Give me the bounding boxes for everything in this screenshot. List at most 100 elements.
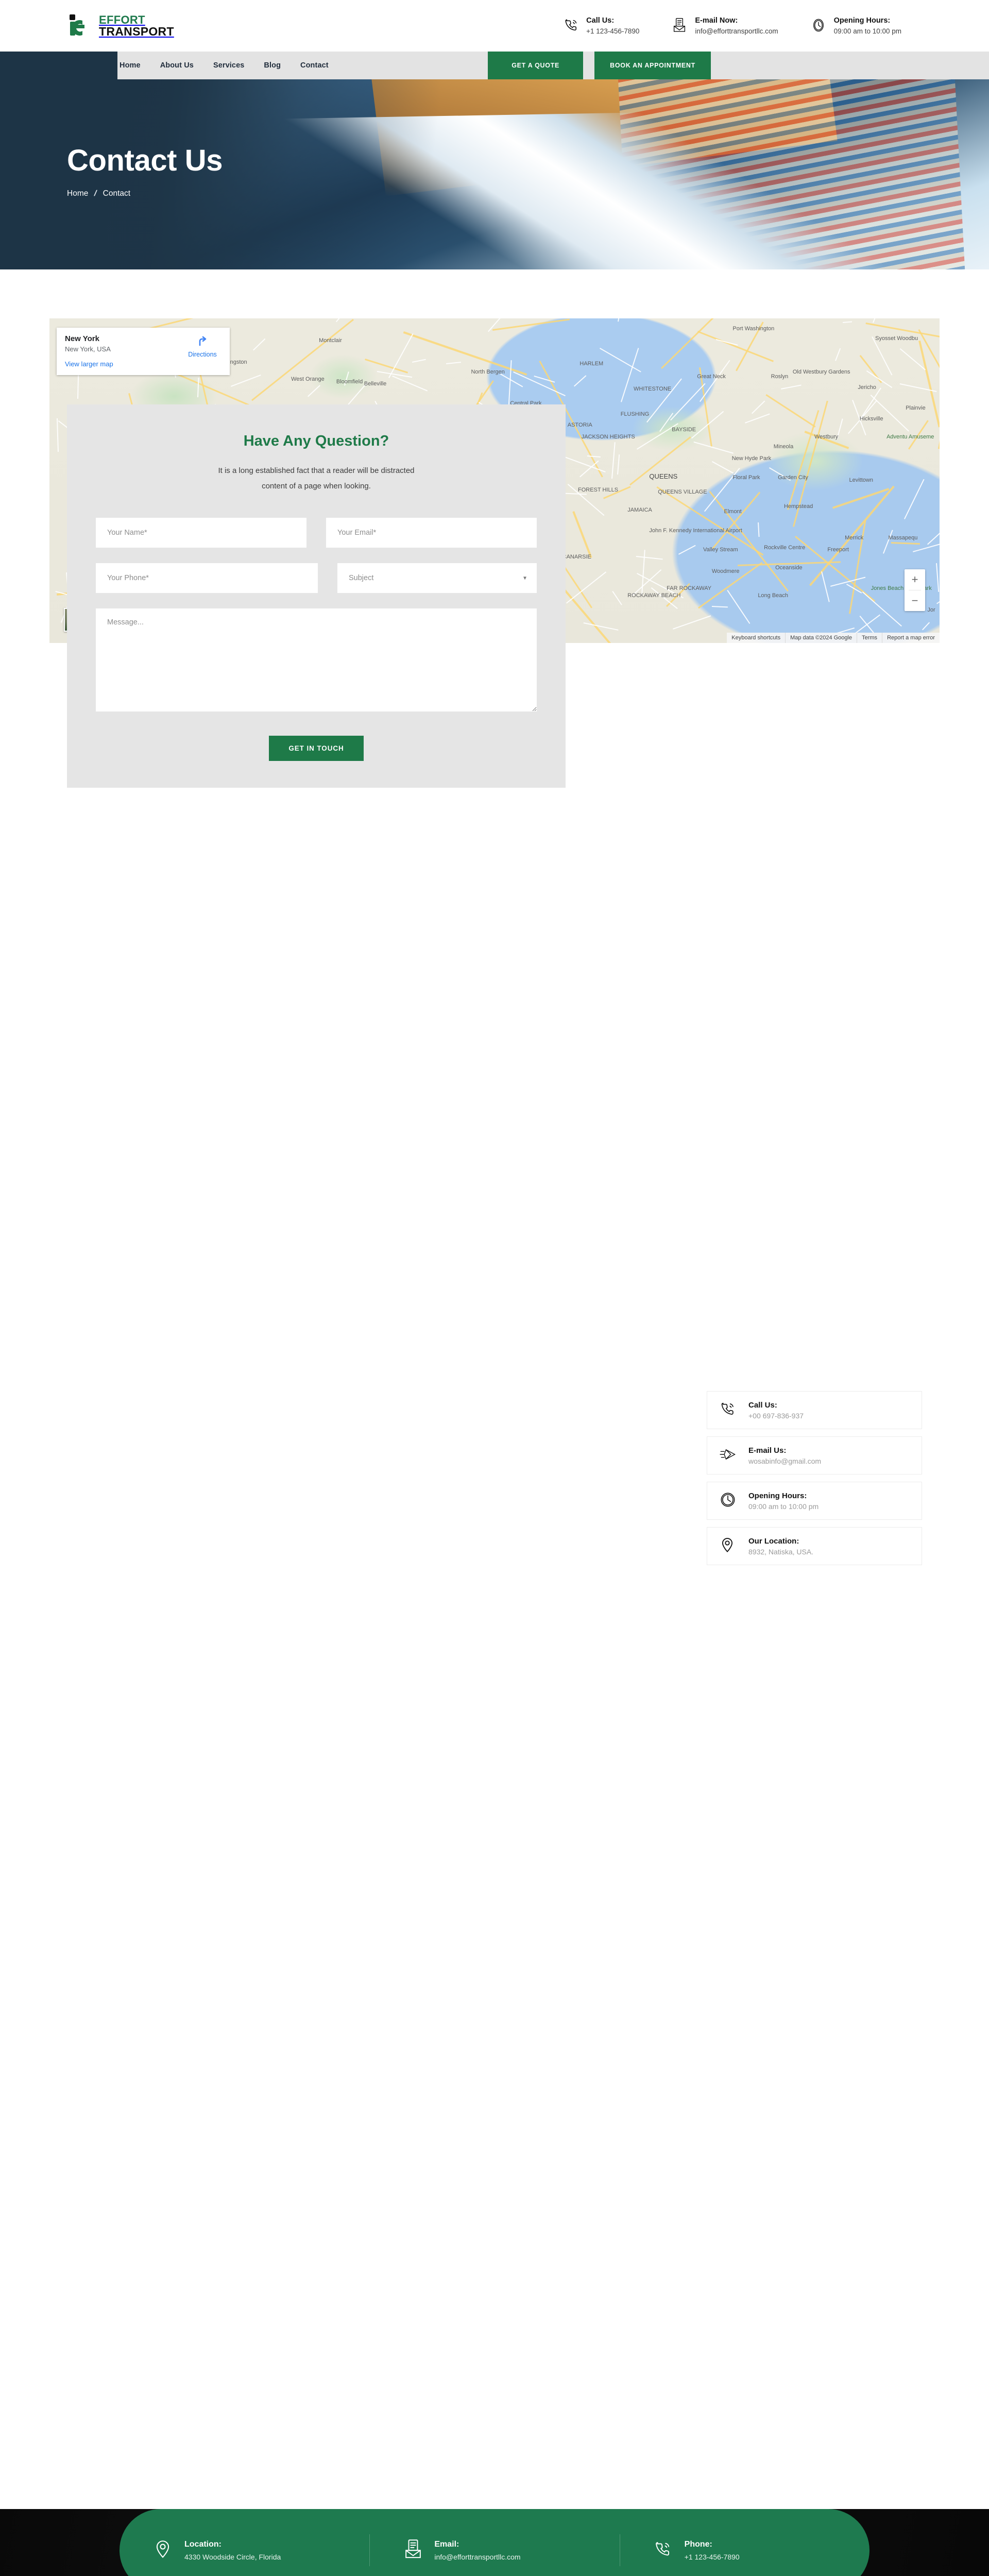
email-input[interactable]	[326, 518, 537, 548]
map-street	[711, 605, 728, 607]
map-street	[843, 321, 852, 324]
topbar-contact-value: info@efforttransportllc.com	[695, 27, 778, 35]
map-street	[636, 556, 663, 560]
directions-label: Directions	[188, 351, 217, 358]
form-row-1	[96, 518, 537, 548]
clock-icon	[811, 18, 827, 34]
envelope-icon	[403, 2539, 423, 2562]
map-terms-link[interactable]: Terms	[857, 633, 882, 643]
nav-item-blog[interactable]: Blog	[264, 61, 281, 70]
info-card-location[interactable]: Our Location: 8932, Natiska, USA.	[707, 1527, 922, 1565]
form-subtitle: It is a long established fact that a rea…	[96, 463, 537, 494]
map-label: Valley Stream	[703, 547, 738, 553]
nav-item-about-us[interactable]: About Us	[160, 61, 194, 70]
info-card-value: +00 697-836-937	[748, 1411, 804, 1420]
form-row-2: ▾	[96, 563, 537, 593]
message-textarea[interactable]	[96, 608, 537, 711]
green-bar-value: info@efforttransportllc.com	[434, 2552, 521, 2561]
map-street	[57, 418, 59, 452]
map-street	[533, 375, 555, 383]
name-input[interactable]	[96, 518, 306, 548]
map-street	[904, 479, 925, 519]
info-card-title: Our Location:	[748, 1536, 799, 1546]
map-label: Hempstead	[783, 503, 813, 510]
map-street	[751, 400, 765, 414]
topbar-contact-title: Call Us:	[586, 16, 615, 25]
info-card-email[interactable]: E-mail Us: wosabinfo@gmail.com	[707, 1436, 922, 1475]
form-subtitle-line2: content of a page when looking.	[262, 482, 371, 490]
get-in-touch-button[interactable]: GET IN TOUCH	[269, 736, 364, 761]
map-street	[659, 413, 673, 432]
map-label: ASTORIA	[567, 421, 592, 428]
map-road	[832, 488, 890, 510]
map-street	[678, 545, 696, 555]
map-label: Levittown	[849, 477, 873, 483]
map-label: Merrick	[845, 535, 864, 541]
info-card-title: Opening Hours:	[748, 1491, 807, 1500]
nav-item-services[interactable]: Services	[213, 61, 244, 70]
map-label: CANARSIE	[562, 554, 591, 561]
clock-icon	[720, 1492, 737, 1511]
map-street	[197, 377, 199, 397]
info-card-title: E-mail Us:	[748, 1446, 787, 1455]
map-label: Long Beach	[758, 592, 789, 599]
map-street	[859, 616, 874, 634]
map-street	[927, 532, 940, 545]
map-street	[935, 563, 939, 592]
map-label: JACKSON HEIGHTS	[581, 434, 635, 440]
contact-page: EFFORT TRANSPORT Call Us: +1 123-456-789…	[0, 0, 989, 2576]
map-street	[873, 318, 895, 323]
report-map-error-link[interactable]: Report a map error	[882, 633, 940, 643]
topbar-contact-email[interactable]: E-mail Now: info@efforttransportllc.com	[672, 16, 778, 35]
map-street	[392, 376, 428, 392]
green-bar-title: Location:	[184, 2539, 221, 2549]
map-street	[620, 348, 639, 402]
map-street	[835, 348, 841, 362]
map-attribution-bar: Keyboard shortcuts Map data ©2024 Google…	[727, 633, 940, 643]
page-title: Contact Us	[67, 144, 223, 177]
map-label: Freeport	[827, 547, 849, 553]
phone-icon	[654, 2539, 673, 2562]
green-bar-email[interactable]: Email: info@efforttransportllc.com	[369, 2539, 619, 2562]
green-bar-value: 4330 Woodside Circle, Florida	[184, 2552, 281, 2561]
map-zoom-out-button[interactable]: −	[905, 590, 925, 611]
map-street	[583, 622, 619, 631]
map-street	[727, 590, 751, 624]
keyboard-shortcuts-link[interactable]: Keyboard shortcuts	[727, 633, 785, 643]
topbar-contact-value: +1 123-456-7890	[586, 27, 640, 35]
green-bar-location[interactable]: Location: 4330 Woodside Circle, Florida	[120, 2539, 369, 2562]
info-card-call[interactable]: Call Us: +00 697-836-937	[707, 1391, 922, 1429]
map-label: Oceanside	[775, 565, 803, 571]
map-street	[871, 395, 910, 432]
green-bar-phone[interactable]: Phone: +1 123-456-7890	[620, 2539, 869, 2562]
map-label: Massapequ	[888, 535, 918, 541]
book-an-appointment-button[interactable]: BOOK AN APPOINTMENT	[594, 52, 711, 79]
map-label: New Hyde Park	[731, 455, 772, 462]
map-street	[587, 455, 601, 457]
site-logo[interactable]: EFFORT TRANSPORT	[67, 12, 174, 39]
map-label: Hicksville	[859, 416, 883, 422]
nav-item-home[interactable]: Home	[120, 61, 141, 70]
breadcrumb-separator: /	[93, 189, 98, 198]
nav-item-contact[interactable]: Contact	[300, 61, 329, 70]
map-street	[922, 622, 930, 630]
map-label: Great Neck	[697, 374, 726, 380]
map-street	[646, 378, 683, 422]
get-a-quote-button[interactable]: GET A QUOTE	[488, 52, 584, 79]
topbar-contact-call[interactable]: Call Us: +1 123-456-7890	[564, 16, 639, 35]
location-pin-icon	[154, 2539, 173, 2562]
map-zoom-in-button[interactable]: +	[905, 569, 925, 590]
topbar-contact-hours: Opening Hours: 09:00 am to 10:00 pm	[811, 16, 901, 35]
map-info-card: New York New York, USA View larger map D…	[57, 328, 230, 375]
map-street	[617, 454, 620, 474]
breadcrumb-home[interactable]: Home	[67, 189, 88, 198]
map-label: Mineola	[773, 443, 794, 450]
map-street	[335, 318, 373, 323]
directions-button[interactable]: Directions	[182, 335, 223, 358]
subject-select[interactable]	[337, 563, 537, 593]
phone-input[interactable]	[96, 563, 318, 593]
envelope-icon	[672, 18, 688, 34]
navbar-wrapper: Home About Us Services Blog Contact GET …	[0, 52, 989, 79]
map-street	[715, 339, 738, 346]
view-larger-map-link[interactable]: View larger map	[65, 360, 113, 368]
